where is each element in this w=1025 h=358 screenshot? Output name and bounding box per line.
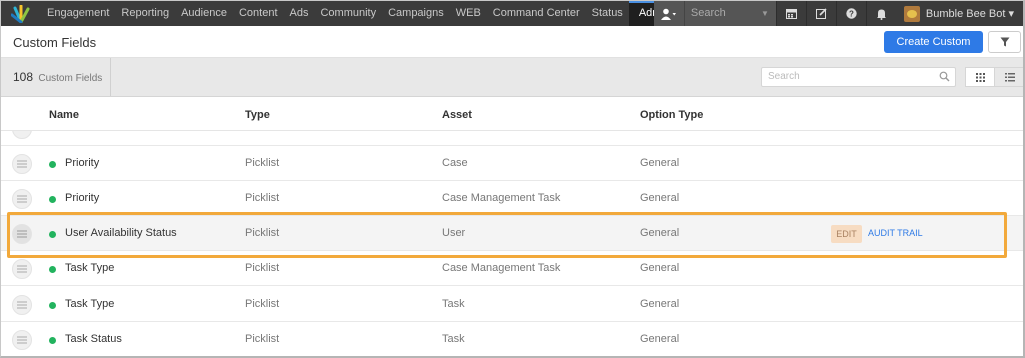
nav-reporting[interactable]: Reporting [115, 1, 175, 26]
field-option-type: General [640, 333, 680, 345]
field-option-type: General [640, 157, 680, 169]
drag-handle-icon[interactable] [12, 154, 32, 174]
nav-web[interactable]: WEB [450, 1, 487, 26]
list-view-button[interactable] [995, 67, 1023, 87]
drag-handle-icon[interactable] [12, 295, 32, 315]
search-icon[interactable] [939, 71, 950, 82]
grid-view-button[interactable] [965, 67, 995, 87]
table-row-selected[interactable]: User Availability Status Picklist User G… [1, 216, 1023, 251]
avatar[interactable] [903, 5, 920, 22]
drag-handle-icon[interactable] [12, 131, 32, 139]
global-search-input[interactable]: Search [683, 1, 754, 26]
field-asset: User [442, 227, 466, 239]
help-icon: ? [846, 8, 857, 19]
calendar-button[interactable] [775, 1, 806, 26]
drag-handle-icon[interactable] [12, 259, 32, 279]
column-header-type[interactable]: Type [245, 109, 270, 121]
user-icon [660, 8, 676, 20]
status-active-dot [49, 231, 56, 238]
page-header: Custom Fields Create Custom Field [1, 26, 1023, 70]
nav-ads[interactable]: Ads [284, 1, 315, 26]
filter-button[interactable] [988, 31, 1021, 53]
audit-trail-link[interactable]: AUDIT TRAIL [868, 228, 923, 238]
table-row[interactable]: Task Status Picklist Task General [1, 322, 1023, 356]
field-type: Picklist [245, 262, 280, 274]
field-option-type: General [640, 262, 680, 274]
calendar-icon [785, 9, 797, 19]
field-name[interactable]: Task Type [65, 298, 114, 310]
app-window: Engagement Reporting Audience Content Ad… [0, 0, 1025, 358]
edit-button[interactable]: EDIT [831, 225, 862, 243]
field-name[interactable]: Task Status [65, 333, 122, 345]
nav-audience[interactable]: Audience [175, 1, 233, 26]
record-count: 108 Custom Fields [1, 58, 111, 96]
bell-icon [876, 9, 886, 20]
field-type: Picklist [245, 333, 280, 345]
status-active-dot [49, 302, 56, 309]
field-type: Picklist [245, 227, 280, 239]
table-row[interactable]: Priority Picklist Case Management Task G… [1, 181, 1023, 216]
user-name-menu[interactable]: Bumble Bee Bot ▾ [925, 7, 1023, 20]
filter-icon [1000, 37, 1009, 47]
user-name: Bumble Bee Bot [925, 8, 1006, 20]
drag-handle-icon[interactable] [12, 224, 32, 244]
field-asset: Case [442, 157, 468, 169]
help-button[interactable]: ? [835, 1, 866, 26]
field-option-type: General [640, 298, 680, 310]
svg-text:?: ? [849, 9, 854, 18]
field-type: Picklist [245, 192, 280, 204]
field-asset: Case Management Task [442, 192, 561, 204]
nav-status[interactable]: Status [586, 1, 629, 26]
field-type: Picklist [245, 157, 280, 169]
field-name[interactable]: Task Type [65, 262, 114, 274]
list-view-icon [1004, 72, 1015, 81]
table-row[interactable]: Task Type Picklist Case Management Task … [1, 251, 1023, 286]
status-active-dot [49, 266, 56, 273]
chevron-down-icon: ▾ [1008, 8, 1014, 20]
field-asset: Task [442, 333, 465, 345]
nav-community[interactable]: Community [314, 1, 382, 26]
field-name[interactable]: User Availability Status [65, 227, 177, 239]
drag-handle-icon[interactable] [12, 189, 32, 209]
search-input[interactable]: Search [761, 67, 956, 87]
status-active-dot [49, 196, 56, 203]
field-name[interactable]: Priority [65, 192, 99, 204]
column-header-option-type[interactable]: Option Type [640, 109, 703, 121]
page-title: Custom Fields [13, 35, 97, 50]
compose-icon [815, 8, 827, 19]
top-navigation: Engagement Reporting Audience Content Ad… [1, 1, 1023, 26]
status-active-dot [49, 161, 56, 168]
table-header: Name Type Asset Option Type [1, 97, 1023, 131]
drag-handle-icon[interactable] [12, 330, 32, 350]
notifications-button[interactable] [865, 1, 896, 26]
table-row[interactable]: Priority Picklist Case General [1, 146, 1023, 181]
list-toolbar: 108 Custom Fields Search [1, 58, 1023, 97]
field-option-type: General [640, 192, 680, 204]
status-active-dot [49, 337, 56, 344]
field-asset: Task [442, 298, 465, 310]
nav-campaigns[interactable]: Campaigns [382, 1, 450, 26]
table-row[interactable]: Task Type Picklist Task General [1, 287, 1023, 322]
record-count-number: 108 [13, 70, 34, 84]
nav-right-tools: Search ▼ ? Bumble Bee Bot ▾ [653, 1, 1023, 26]
search-placeholder: Search [768, 71, 800, 82]
table-row[interactable] [1, 131, 1023, 146]
user-menu-button[interactable] [653, 1, 684, 26]
column-header-asset[interactable]: Asset [442, 109, 472, 121]
sprinklr-logo-icon[interactable] [1, 1, 41, 26]
compose-button[interactable] [805, 1, 836, 26]
search-scope-dropdown[interactable]: ▼ [753, 1, 776, 26]
field-type: Picklist [245, 298, 280, 310]
nav-command-center[interactable]: Command Center [487, 1, 586, 26]
field-asset: Case Management Task [442, 262, 561, 274]
nav-content[interactable]: Content [233, 1, 284, 26]
create-custom-field-button[interactable]: Create Custom Field [884, 31, 983, 70]
field-name[interactable]: Priority [65, 157, 99, 169]
column-header-name[interactable]: Name [49, 109, 79, 121]
record-count-label: Custom Fields [38, 73, 103, 84]
nav-engagement[interactable]: Engagement [41, 1, 115, 26]
field-option-type: General [640, 227, 680, 239]
grid-view-icon [975, 72, 985, 82]
